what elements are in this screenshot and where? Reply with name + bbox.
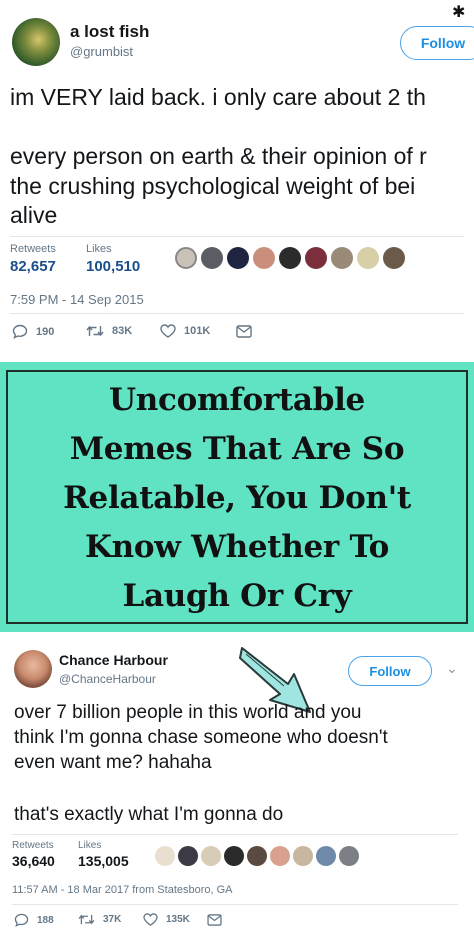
like-action[interactable]: 135K xyxy=(143,913,190,926)
timestamp[interactable]: 7:59 PM - 14 Sep 2015 xyxy=(10,292,144,307)
divider xyxy=(10,313,464,314)
banner-title-line: Laugh Or Cry xyxy=(122,578,352,614)
follow-button[interactable]: Follow xyxy=(400,26,474,60)
liker-avatar[interactable] xyxy=(178,846,198,866)
retweet-icon xyxy=(86,325,104,337)
banner-title-line: Memes That Are So xyxy=(69,431,405,467)
divider xyxy=(12,834,458,835)
divider xyxy=(10,236,464,237)
retweet-icon xyxy=(78,914,95,925)
avatar[interactable] xyxy=(12,18,60,66)
dm-action[interactable] xyxy=(207,914,222,926)
handle[interactable]: @ChanceHarbour xyxy=(59,672,156,686)
retweet-count: 37K xyxy=(103,914,122,925)
dm-icon xyxy=(207,914,222,926)
banner-title-line: Relatable, You Don't xyxy=(63,480,411,516)
like-action[interactable]: 101K xyxy=(160,324,210,338)
tweet-text-line: every person on earth & their opinion of… xyxy=(10,143,427,169)
tweet-text-line: think I'm gonna chase someone who doesn'… xyxy=(14,727,388,748)
tweet-text-line: that's exactly what I'm gonna do xyxy=(14,804,284,825)
timestamp[interactable]: 11:57 AM - 18 Mar 2017 from Statesboro, … xyxy=(12,884,233,896)
tweet-text-line: over 7 billion people in this world and … xyxy=(14,702,362,723)
reply-count: 190 xyxy=(36,325,55,338)
likes-count[interactable]: 135,005 xyxy=(78,853,129,869)
tweet-card-2: Chance Harbour @ChanceHarbour Follow ⌄ o… xyxy=(0,632,474,948)
pin-icon: ✱ xyxy=(452,4,466,21)
like-count: 135K xyxy=(166,914,190,925)
likes-label: Likes xyxy=(86,243,112,255)
liker-avatar[interactable] xyxy=(224,846,244,866)
chevron-down-icon[interactable]: ⌄ xyxy=(446,660,458,677)
banner-title-line: Know Whether To xyxy=(84,529,390,565)
reply-action[interactable]: 188 xyxy=(14,913,54,927)
tweet-text-line: im VERY laid back. i only care about 2 t… xyxy=(10,84,426,110)
reply-action[interactable]: 190 xyxy=(12,324,54,339)
likes-count[interactable]: 100,510 xyxy=(86,258,140,275)
liker-avatar[interactable] xyxy=(357,247,379,269)
liker-avatar[interactable] xyxy=(339,846,359,866)
liker-avatar[interactable] xyxy=(201,247,223,269)
follow-button[interactable]: Follow xyxy=(348,656,432,686)
liker-avatar[interactable] xyxy=(305,247,327,269)
like-count: 101K xyxy=(184,325,211,337)
liker-avatar[interactable] xyxy=(253,247,275,269)
liker-avatar[interactable] xyxy=(270,846,290,866)
tweet-text-line: even want me? hahaha xyxy=(14,752,212,773)
retweets-count[interactable]: 36,640 xyxy=(12,853,55,869)
liker-avatar[interactable] xyxy=(247,846,267,866)
heart-icon xyxy=(160,324,176,338)
liker-avatar[interactable] xyxy=(279,247,301,269)
liker-avatar[interactable] xyxy=(331,247,353,269)
liker-avatar[interactable] xyxy=(201,846,221,866)
liker-avatar[interactable] xyxy=(175,247,197,269)
liker-avatar[interactable] xyxy=(383,247,405,269)
reply-icon xyxy=(12,324,28,339)
retweets-label: Retweets xyxy=(12,840,54,851)
reply-icon xyxy=(14,913,29,927)
retweet-count: 83K xyxy=(112,325,133,337)
display-name[interactable]: a lost fish xyxy=(70,22,149,42)
tweet-card-1: a lost fish @grumbist Follow ✱ im VERY l… xyxy=(0,0,474,362)
handle[interactable]: @grumbist xyxy=(70,44,133,59)
tweet-text-line: alive xyxy=(10,202,58,228)
reply-count: 188 xyxy=(37,914,54,926)
tweet-text-line: the crushing psychological weight of bei xyxy=(10,173,416,199)
display-name[interactable]: Chance Harbour xyxy=(59,652,168,668)
retweets-count[interactable]: 82,657 xyxy=(10,258,56,275)
liker-avatar[interactable] xyxy=(155,846,175,866)
heart-icon xyxy=(143,913,158,926)
likes-label: Likes xyxy=(78,840,102,851)
title-banner: Uncomfortable Memes That Are So Relatabl… xyxy=(0,362,474,632)
banner-title-line: Uncomfortable xyxy=(109,382,365,418)
liker-avatar[interactable] xyxy=(293,846,313,866)
retweet-action[interactable]: 83K xyxy=(86,324,132,338)
avatar[interactable] xyxy=(14,650,52,688)
liker-avatar[interactable] xyxy=(227,247,249,269)
retweets-label: Retweets xyxy=(10,243,56,255)
divider xyxy=(12,904,458,905)
liker-avatar[interactable] xyxy=(316,846,336,866)
retweet-action[interactable]: 37K xyxy=(78,913,121,926)
dm-icon xyxy=(236,325,252,338)
dm-action[interactable] xyxy=(236,325,252,338)
